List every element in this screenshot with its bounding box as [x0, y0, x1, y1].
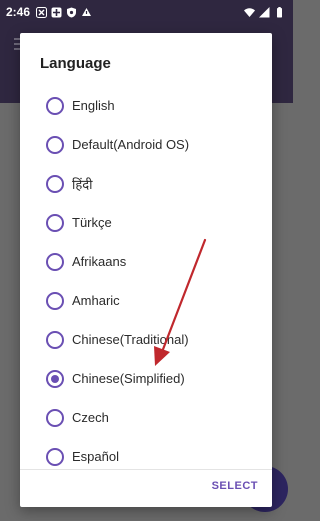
language-option[interactable]: Türkçe [20, 203, 272, 242]
dialog-title: Language [40, 55, 111, 72]
radio-button[interactable] [46, 408, 64, 427]
language-option-label: Chinese(Traditional) [72, 332, 189, 347]
divider [20, 469, 272, 470]
language-option[interactable]: English [20, 86, 272, 125]
radio-button[interactable] [46, 174, 64, 193]
cloud-icon [82, 7, 92, 16]
battery-icon [277, 6, 282, 17]
notification-icons [36, 6, 92, 18]
language-options-list: English Default(Android OS) हिंदी Türkçe… [20, 86, 272, 476]
radio-button[interactable] [46, 252, 64, 271]
language-option-selected[interactable]: Chinese(Simplified) [20, 359, 272, 398]
select-button[interactable]: SELECT [212, 480, 258, 492]
language-option-label: Afrikaans [72, 254, 127, 269]
status-time: 2:46 [6, 5, 31, 19]
language-option[interactable]: Español [20, 437, 272, 476]
language-option-label: Chinese(Simplified) [72, 371, 185, 386]
language-dialog: Language English Default(Android OS) हिं… [20, 33, 272, 507]
radio-button[interactable] [46, 213, 64, 232]
language-option[interactable]: Czech [20, 398, 272, 437]
radio-button[interactable] [46, 96, 64, 115]
wifi-icon [244, 7, 255, 17]
language-option[interactable]: Default(Android OS) [20, 125, 272, 164]
language-option-label: Español [72, 449, 119, 464]
radio-button[interactable] [46, 291, 64, 310]
language-option-label: English [72, 98, 115, 113]
radio-button-checked[interactable] [46, 369, 64, 388]
language-option-label: Amharic [72, 293, 120, 308]
notification-icon [51, 7, 62, 17]
shield-icon [67, 7, 77, 17]
language-option-label: Czech [72, 410, 109, 425]
status-bar: 2:46 [0, 0, 293, 24]
radio-button[interactable] [46, 447, 64, 466]
notification-icon [36, 6, 48, 18]
radio-button[interactable] [46, 135, 64, 154]
language-option[interactable]: हिंदी [20, 164, 272, 203]
language-option[interactable]: Amharic [20, 281, 272, 320]
language-option-label: हिंदी [72, 176, 93, 192]
language-option-label: Default(Android OS) [72, 137, 190, 152]
radio-button[interactable] [46, 330, 64, 349]
system-icons [244, 6, 285, 18]
language-option-label: Türkçe [72, 215, 112, 230]
signal-icon [259, 6, 270, 17]
language-option[interactable]: Chinese(Traditional) [20, 320, 272, 359]
language-option[interactable]: Afrikaans [20, 242, 272, 281]
